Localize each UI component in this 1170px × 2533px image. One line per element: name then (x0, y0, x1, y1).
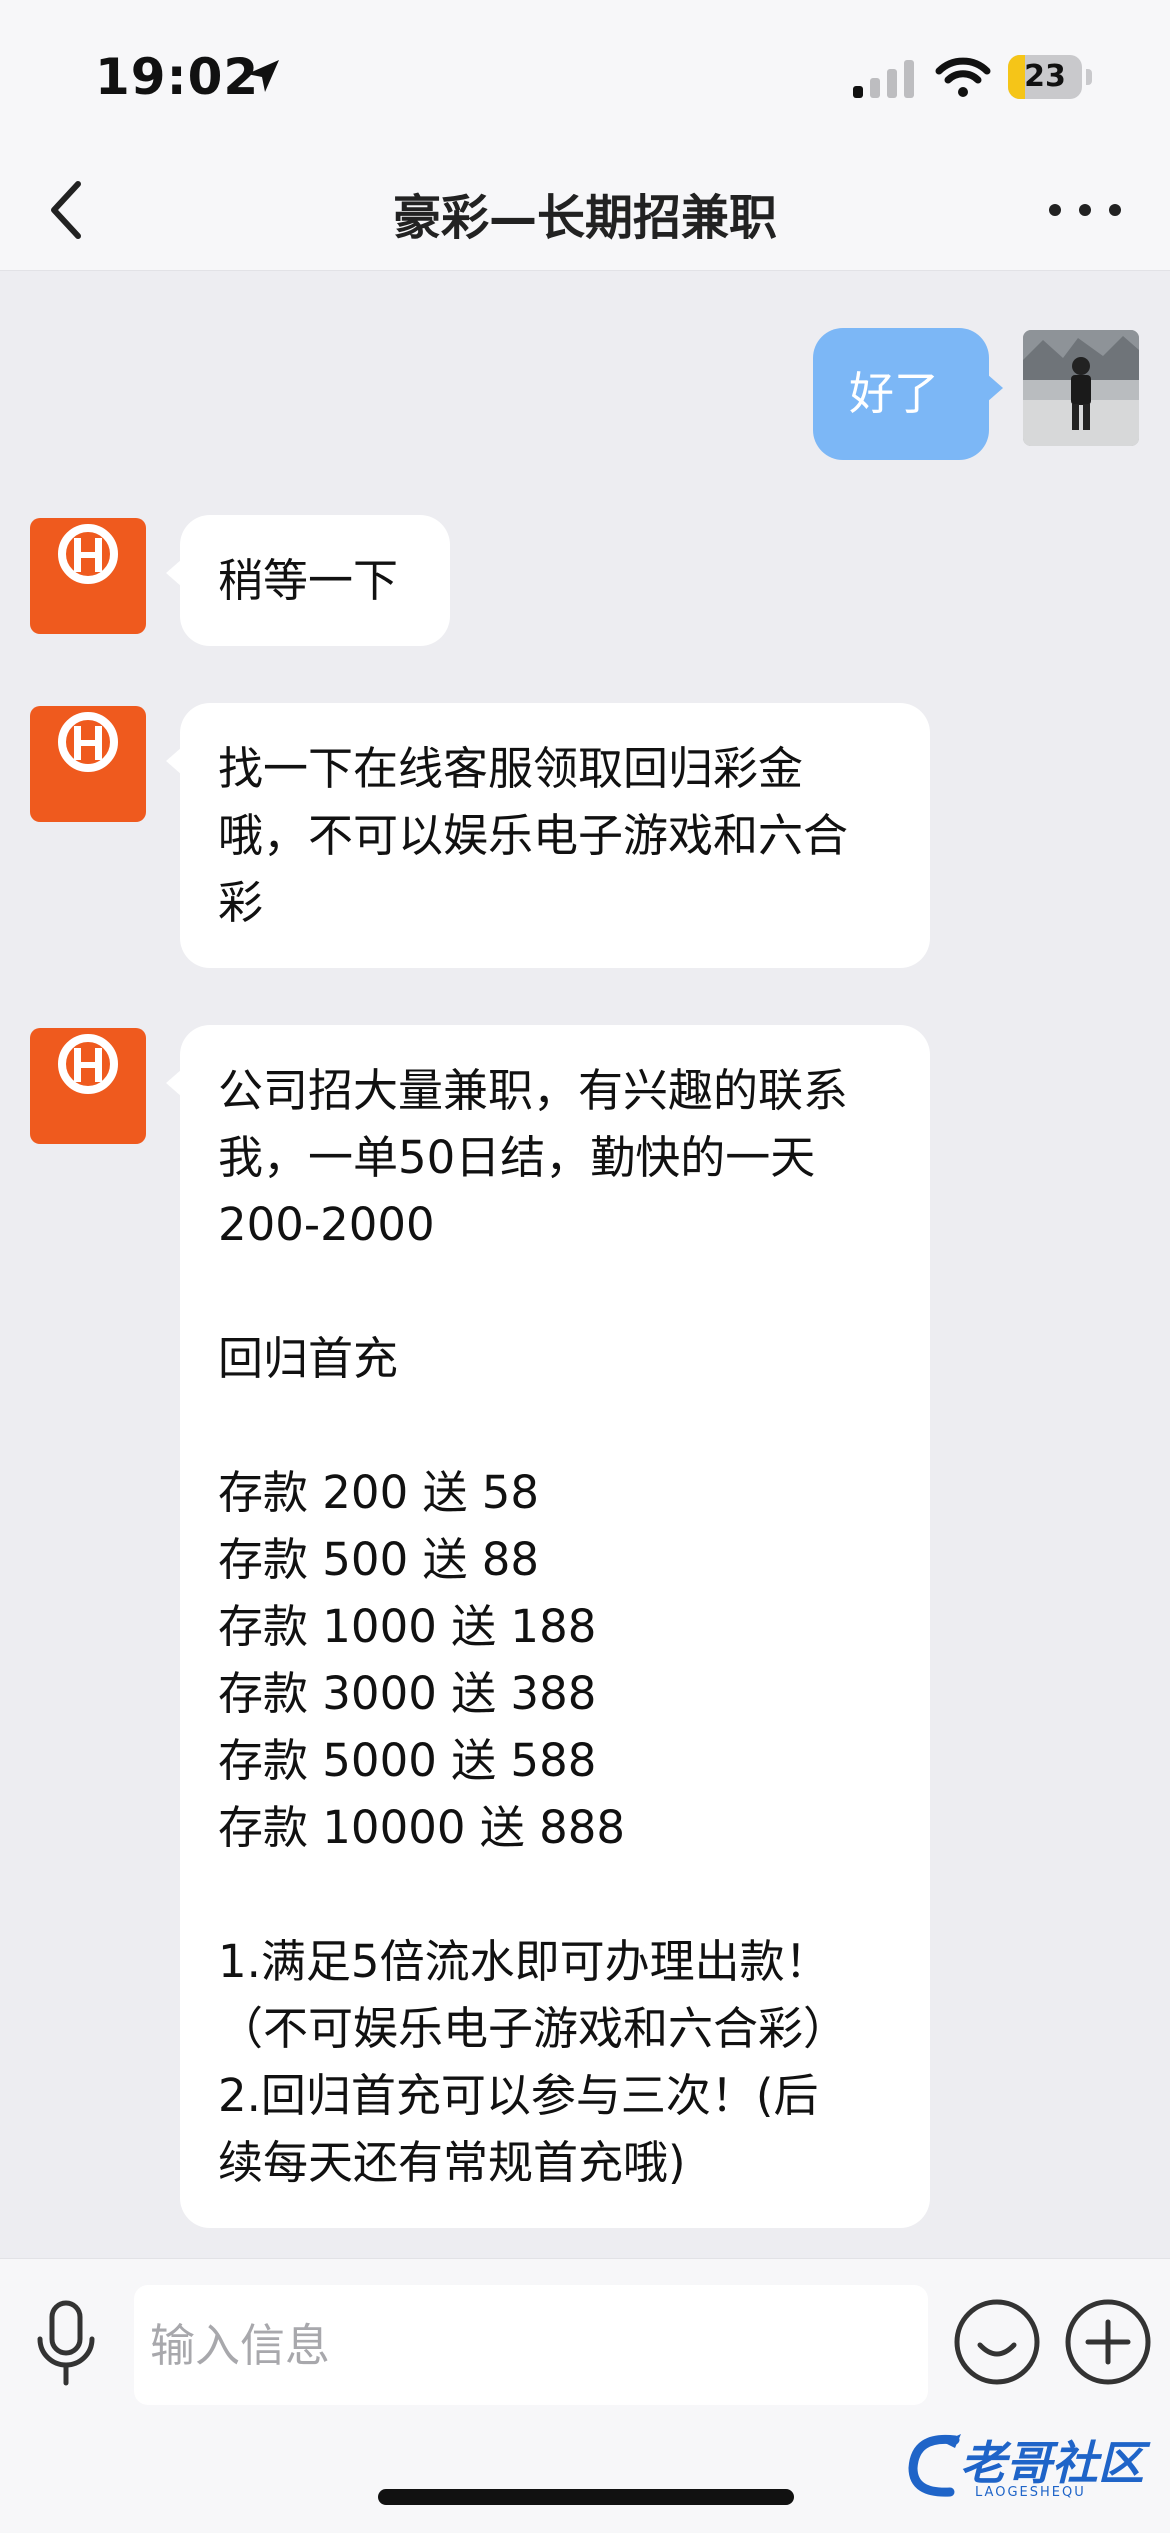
chat-title: 豪彩—长期招兼职 (392, 190, 777, 246)
cellular-signal-icon (853, 60, 914, 98)
microphone-icon[interactable] (28, 2299, 104, 2389)
message-bubble-outgoing[interactable]: 好了 (813, 328, 1003, 460)
message-bubble-incoming[interactable]: 找一下在线客服领取回归彩金 哦，不可以娱乐电子游戏和六合 彩 (166, 703, 930, 968)
message-input[interactable] (134, 2285, 928, 2405)
wifi-icon (935, 57, 991, 97)
more-dots-icon[interactable] (1040, 180, 1130, 240)
sender-avatar[interactable] (30, 706, 146, 822)
home-indicator[interactable] (378, 2489, 794, 2505)
watermark-logo: 老哥社区 LAOGESHEQU (905, 2425, 1155, 2505)
watermark-text: 老哥社区 (960, 2436, 1144, 2490)
haocai-logo-icon (58, 524, 118, 584)
message-bubble-incoming[interactable]: 公司招大量兼职，有兴趣的联系 我，一单50日结，勤快的一天 200-2000 回… (166, 1025, 930, 2228)
location-arrow-icon (247, 60, 279, 92)
battery-indicator: 23 (1008, 55, 1092, 99)
user-photo-icon (1023, 330, 1139, 446)
status-bar: 19:02 23 (0, 0, 1170, 150)
watermark-subtext: LAOGESHEQU (975, 2485, 1086, 2500)
emoji-icon[interactable] (952, 2297, 1042, 2387)
haocai-logo-icon (58, 712, 118, 772)
chevron-left-icon[interactable] (40, 172, 100, 248)
status-time: 19:02 (95, 48, 260, 106)
nav-bar: 豪彩—长期招兼职 (0, 150, 1170, 271)
sender-avatar[interactable] (30, 1028, 146, 1144)
battery-percent: 23 (1024, 59, 1066, 94)
dragon-icon (908, 2434, 961, 2497)
haocai-logo-icon (58, 1034, 118, 1094)
message-bubble-incoming[interactable]: 稍等一下 (166, 515, 450, 646)
sender-avatar[interactable] (30, 518, 146, 634)
user-avatar[interactable] (1023, 330, 1139, 446)
plus-icon[interactable] (1063, 2297, 1153, 2387)
